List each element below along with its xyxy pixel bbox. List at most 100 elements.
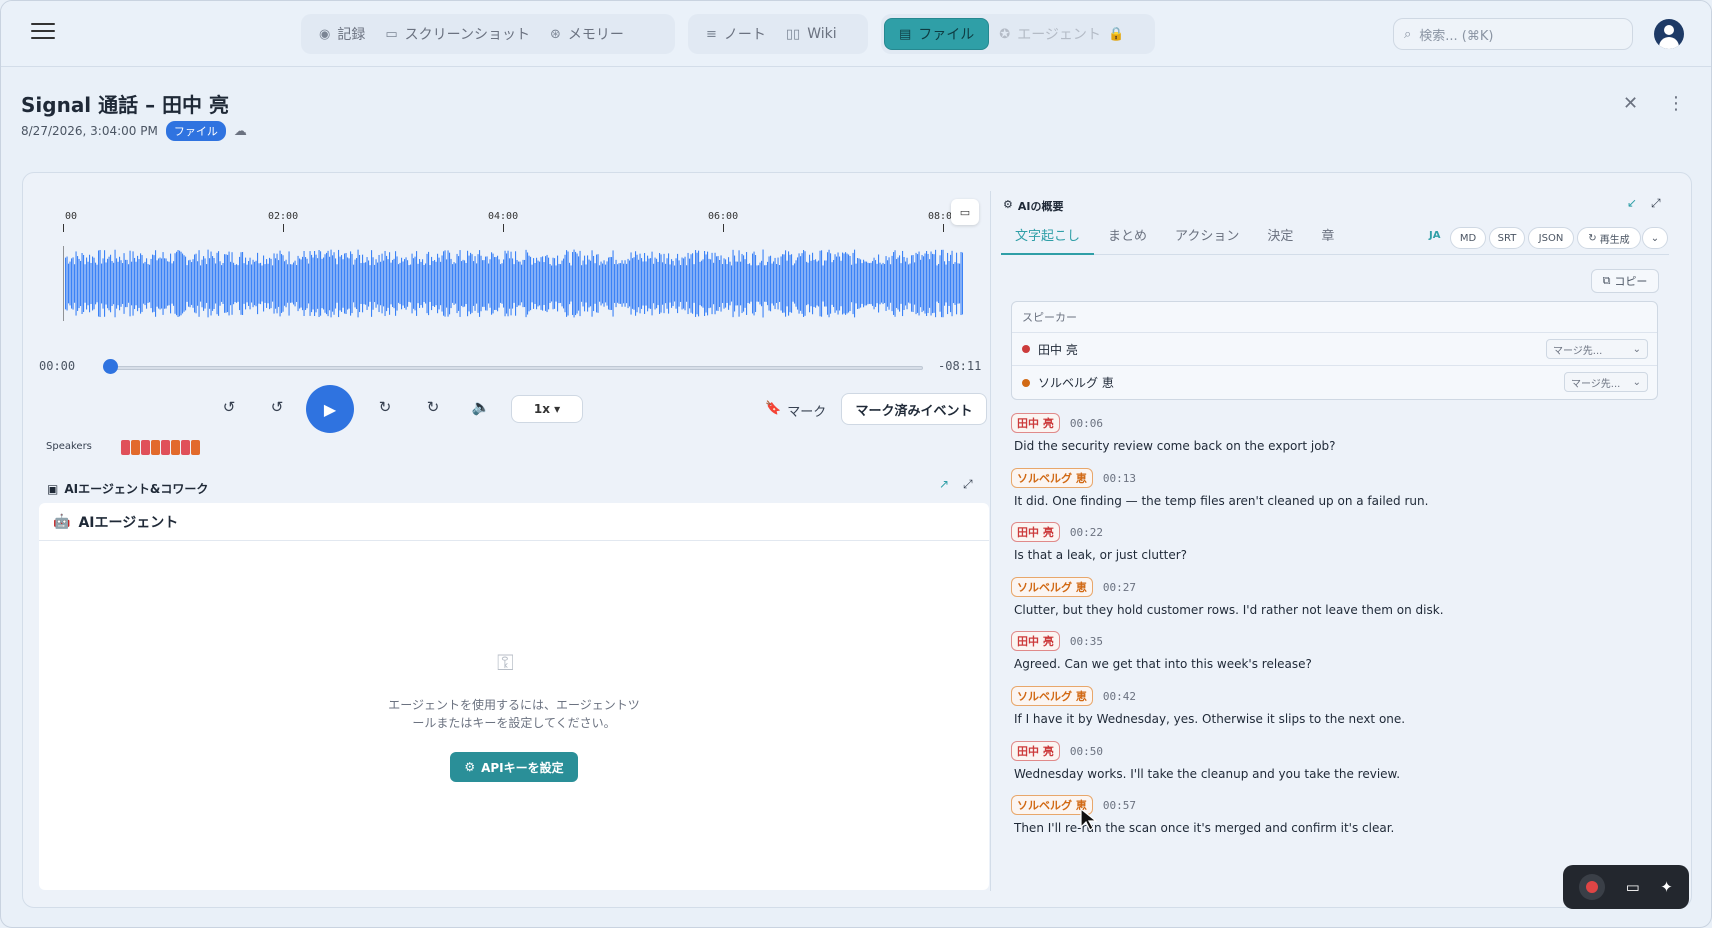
segment-timestamp[interactable]: 00:22 [1070, 526, 1103, 539]
nav-note[interactable]: ≡ ノート [696, 18, 776, 50]
waveform[interactable] [63, 246, 963, 321]
ruler-tick [503, 224, 504, 232]
transcript-segment[interactable]: 田中 亮 00:06 Did the security review come ba… [1011, 412, 1661, 453]
tab-chapters[interactable]: 章 [1307, 223, 1348, 255]
search-input[interactable]: ⌕ 検索... (⌘K) [1393, 18, 1633, 50]
regenerate-button[interactable]: ↻ 再生成 [1577, 227, 1641, 249]
remaining-time: -08:11 [938, 359, 982, 373]
play-button[interactable]: ▶ [306, 385, 354, 433]
marked-events-button[interactable]: マーク済みイベント [841, 393, 987, 425]
transcript-segment[interactable]: ソルベルグ 恵 00:57 Then I'll re-run the scan on… [1011, 794, 1661, 835]
merge-select[interactable]: マージ先... ⌄ [1546, 339, 1648, 359]
nav-memory[interactable]: ⊛ メモリー [540, 18, 634, 50]
segment-timestamp[interactable]: 00:13 [1103, 472, 1136, 485]
skip-back-30-icon[interactable]: ↺ [215, 398, 243, 420]
cloud-upload-icon[interactable]: ☁ [234, 124, 247, 139]
nav-file[interactable]: ▤ ファイル [884, 18, 990, 50]
copy-icon: ⧉ [1602, 274, 1611, 287]
tab-transcript[interactable]: 文字起こし [1001, 223, 1095, 255]
gear-icon: ⚙ [464, 760, 476, 774]
agent-panel: 🤖 AIエージェント ⚿ エージェントを使用するには、エージェントツールまたはキ… [39, 503, 989, 890]
speaker-row: ソルベルグ 恵 マージ先... ⌄ [1012, 366, 1657, 399]
skip-forward-10-icon[interactable]: ↻ [371, 398, 399, 420]
merge-select[interactable]: マージ先... ⌄ [1564, 372, 1648, 392]
segment-text: Clutter, but they hold customer rows. I'… [1014, 602, 1444, 617]
speaker-tag[interactable]: ソルベルグ 恵 [1011, 576, 1093, 597]
chevron-down-icon: ⌄ [1650, 232, 1660, 244]
segment-timestamp[interactable]: 00:35 [1070, 635, 1103, 648]
nav-record[interactable]: ◉ 記録 [309, 18, 375, 50]
segment-timestamp[interactable]: 00:06 [1070, 417, 1103, 430]
more-options-icon[interactable]: ⋮ [1667, 93, 1685, 114]
open-external-icon[interactable]: ↗ [939, 477, 949, 491]
speakers-table-header: スピーカー [1012, 302, 1657, 333]
copy-button[interactable]: ⧉ コピー [1591, 269, 1659, 293]
transcript-segment[interactable]: ソルベルグ 恵 00:27 Clutter, but they hold custo… [1011, 576, 1661, 617]
speaker-tag[interactable]: 田中 亮 [1011, 413, 1060, 433]
waveform-area[interactable]: 00 02:00 04:00 06:00 08:0 [63, 206, 963, 321]
ruler-label: 06:00 [708, 211, 739, 222]
export-md-button[interactable]: MD [1450, 227, 1486, 249]
transcript-segment[interactable]: ソルベルグ 恵 00:13 It did. One finding — the te… [1011, 467, 1661, 508]
speaker-tag[interactable]: 田中 亮 [1011, 631, 1060, 652]
agent-empty-message: エージェントを使用するには、エージェントツールまたはキーを設定してください。 [388, 698, 640, 730]
wiki-icon: ▯▯ [785, 26, 801, 42]
seek-handle[interactable] [103, 359, 118, 374]
record-button[interactable] [1579, 874, 1606, 900]
speaker-segment [171, 440, 180, 455]
more-dropdown[interactable]: ⌄ [1642, 227, 1668, 249]
sparkle-icon[interactable]: ✦ [1660, 878, 1673, 896]
page-title: Signal 通話 – 田中 亮 [21, 93, 230, 117]
speaker-tag[interactable]: 田中 亮 [1011, 522, 1060, 543]
ruler-tick [63, 224, 64, 232]
expand-icon[interactable]: ⤢ [1651, 196, 1661, 211]
export-srt-button[interactable]: SRT [1489, 227, 1525, 249]
mouse-cursor [1080, 807, 1098, 831]
collapse-icon[interactable]: ↙ [1627, 196, 1637, 210]
transcript-segment[interactable]: 田中 亮 00:50 Wednesday works. I'll take the … [1011, 740, 1661, 781]
nav-group-files: ▤ ファイル ✪ エージェント 🔒 [881, 14, 1155, 54]
avatar[interactable] [1654, 19, 1684, 49]
menu-icon[interactable] [31, 23, 55, 43]
picture-in-picture-icon[interactable]: ▭ [951, 199, 979, 225]
seek-bar[interactable] [111, 366, 923, 370]
tab-decisions[interactable]: 決定 [1253, 223, 1307, 255]
segment-timestamp[interactable]: 00:27 [1103, 581, 1136, 594]
segment-timestamp[interactable]: 00:57 [1103, 799, 1136, 812]
nav-group-capture: ◉ 記録 ▭ スクリーンショット ⊛ メモリー [301, 14, 675, 54]
speaker-tag[interactable]: 田中 亮 [1011, 740, 1060, 761]
tab-summary[interactable]: まとめ [1094, 223, 1161, 255]
ai-summary-header: ⚙ AIの概要 [1003, 198, 1064, 213]
mark-button[interactable]: 🔖 マーク [765, 401, 826, 420]
ruler-label: 02:00 [268, 211, 299, 222]
set-api-key-button[interactable]: ⚙ APIキーを設定 [450, 752, 578, 782]
playback-speed-select[interactable]: 1x ▾ [511, 395, 583, 423]
agent-section-header: ▣ AIエージェント&コワーク [47, 481, 209, 497]
top-bar: ◉ 記録 ▭ スクリーンショット ⊛ メモリー ≡ ノート ▯▯ Wiki ▤ ファイル ✪… [1, 1, 1711, 67]
screen-capture-icon[interactable]: ▭ [1626, 878, 1640, 896]
refresh-icon: ↻ [1588, 232, 1597, 244]
nav-wiki[interactable]: ▯▯ Wiki [776, 18, 847, 50]
segment-timestamp[interactable]: 00:50 [1070, 745, 1103, 758]
transcript-segment[interactable]: 田中 亮 00:22 Is that a leak, or just clutter… [1011, 521, 1661, 562]
nav-agent[interactable]: ✪ エージェント 🔒 [989, 18, 1134, 50]
nav-screenshot[interactable]: ▭ スクリーンショット [375, 18, 540, 50]
close-icon[interactable]: ✕ [1623, 93, 1638, 114]
segment-text: If I have it by Wednesday, yes. Otherwis… [1014, 712, 1406, 726]
export-json-button[interactable]: JSON [1528, 227, 1574, 249]
speaker-tag[interactable]: ソルベルグ 恵 [1011, 686, 1093, 706]
expand-icon[interactable]: ⤢ [963, 477, 973, 492]
skip-back-10-icon[interactable]: ↺ [263, 398, 291, 420]
tab-actions[interactable]: アクション [1161, 223, 1253, 255]
transcript-segment[interactable]: ソルベルグ 恵 00:42 If I have it by Wednesday, y… [1011, 685, 1661, 726]
segment-timestamp[interactable]: 00:42 [1103, 690, 1136, 703]
transcript-segment[interactable]: 田中 亮 00:35 Agreed. Can we get that into th… [1011, 630, 1661, 671]
speaker-tag[interactable]: ソルベルグ 恵 [1011, 467, 1093, 488]
memory-icon: ⊛ [549, 26, 561, 42]
skip-forward-30-icon[interactable]: ↻ [419, 398, 447, 420]
speaker-segment [181, 440, 190, 455]
floating-toolbar: ▭ ✦ [1563, 865, 1689, 909]
language-toggle[interactable]: JA [1429, 230, 1440, 241]
speakers-table: スピーカー 田中 亮 マージ先... ⌄ ソルベルグ 恵 マージ先... ⌄ [1011, 301, 1658, 400]
volume-icon[interactable]: 🔈 [467, 398, 495, 420]
